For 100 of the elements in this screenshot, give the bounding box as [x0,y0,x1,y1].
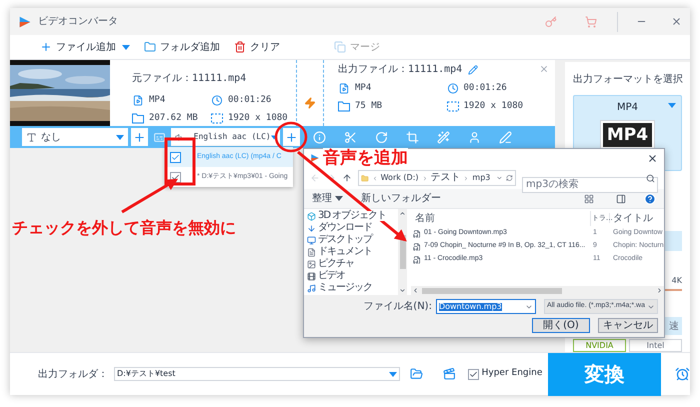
search-field[interactable]: mp3の検索 [522,176,658,192]
cancel-button[interactable]: キャンセル [598,318,658,333]
chevron-down-icon[interactable] [496,174,504,182]
highlight-circle [274,122,308,152]
info-icon[interactable] [313,130,326,144]
up-icon[interactable] [342,173,352,183]
source-file-label: 元ファイル：11111.mp4 [132,73,246,84]
scroll-up-icon[interactable] [399,210,406,217]
search-icon [646,174,655,183]
gpu-button[interactable]: NVIDIA [573,339,626,352]
folder-button[interactable]: フォルダ追加 [144,40,220,54]
caret-icon [335,196,343,201]
refresh-icon[interactable] [506,174,513,182]
scroll-right-icon[interactable] [656,287,663,294]
image-icon [307,260,316,268]
add-subtitle-button[interactable] [131,128,148,146]
scissors-icon[interactable] [344,130,357,144]
path-segment[interactable]: Work (D:) [380,174,419,182]
preview-pane-icon[interactable] [616,194,626,204]
crop-icon[interactable] [406,130,419,144]
help-icon[interactable] [644,192,656,204]
organize-menu[interactable]: 整理 [312,191,343,206]
nav-item[interactable]: ピクチャ [318,259,354,269]
magic-wand-icon[interactable] [437,130,450,144]
check-icon [171,152,180,162]
captions-icon[interactable] [153,130,166,144]
music-icon [307,284,316,292]
separator-icon [422,174,428,182]
cart-icon[interactable] [585,16,597,28]
format-heading: 出力フォーマットを選択 [573,72,682,87]
output-duration: 00:01:26 [464,83,507,94]
caret-icon [388,372,397,376]
highlight-box [164,138,196,186]
pen-icon[interactable] [499,130,512,144]
nav-item[interactable]: 3D オブジェクト [318,211,386,221]
output-file-label: 出力ファイル：11111.mp4 [338,64,462,76]
annotation-text: チェックを外して音声を無効に [12,217,236,239]
folder-icon[interactable] [410,367,423,381]
alarm-icon[interactable] [675,366,690,382]
close-icon[interactable] [671,16,682,27]
folder-icon [338,101,350,112]
add-audio-button[interactable] [283,128,300,146]
resolution-mark: 4K [672,275,682,287]
output-format: MP4 [355,83,372,94]
lightning-icon [304,97,316,109]
file-name-field[interactable]: Downtown.mp3 [436,299,536,314]
clock-icon [211,95,223,106]
audio-dropdown[interactable]: English aac (LC) [171,128,280,146]
dropdown-caret-icon [122,44,130,50]
film-icon [307,272,316,280]
video-file-icon [132,95,144,106]
source-size: 207.62 MB [149,113,198,124]
subtitle-dropdown[interactable]: なし [22,128,128,146]
new-folder-button[interactable]: 新しいフォルダー [361,191,441,206]
video-icon[interactable] [442,367,456,381]
nav-item[interactable]: ミュージック [318,283,372,293]
arrow [121,178,178,214]
column-header[interactable]: 名前 [411,210,591,226]
audio-file-icon [413,242,421,250]
nav-item[interactable]: デスクトップ [318,235,372,245]
nav-item[interactable]: ダウンロード [318,223,372,233]
path-segment[interactable]: テスト [430,173,460,183]
trash-icon [234,41,246,53]
nav-item[interactable]: ビデオ [318,271,345,281]
scroll-down-icon[interactable] [399,287,406,294]
path-segment[interactable]: mp3 [472,174,490,182]
key-icon[interactable] [545,16,557,28]
hyper-engine-label: Hyper Engine [482,367,542,380]
scroll-left-icon[interactable] [412,287,419,294]
folder-icon [144,41,156,53]
plus-icon [40,41,52,53]
check-icon [171,172,180,182]
app-logo-icon [18,14,32,28]
add-button[interactable]: ファイル追加 [40,40,116,54]
cube-icon [307,212,316,220]
hyper-engine-checkbox[interactable] [468,368,479,380]
overflow-icon [372,174,378,182]
caret-icon [116,134,124,140]
checkbox[interactable] [170,152,181,162]
audio-file-icon [413,256,421,264]
output-folder-label: 出力フォルダ： [38,368,108,382]
video-file-icon [338,83,350,94]
app-logo-icon [310,153,320,163]
output-folder-field[interactable]: D:¥テスト¥test [114,367,400,381]
output-resolution: 1920 x 1080 [464,101,524,112]
pencil-icon[interactable] [468,65,478,75]
close-icon[interactable] [647,152,658,164]
annotation-text: 音声を追加 [323,148,408,168]
address-bar[interactable]: Work (D:) テスト mp3 [358,170,516,186]
window-title: ビデオコンバータ [38,15,118,29]
rotate-icon[interactable] [375,130,388,144]
gpu-button[interactable]: Intel [629,339,682,352]
open-button[interactable]: 開く(O) [532,318,590,333]
acceleration-label: 速 [669,320,679,334]
clear-button[interactable]: クリア [234,40,280,54]
view-icon[interactable] [584,194,594,204]
file-name-value: Downtown.mp3 [438,302,502,310]
document-icon [307,248,316,256]
person-icon[interactable] [468,130,481,144]
separator-icon [463,174,470,182]
